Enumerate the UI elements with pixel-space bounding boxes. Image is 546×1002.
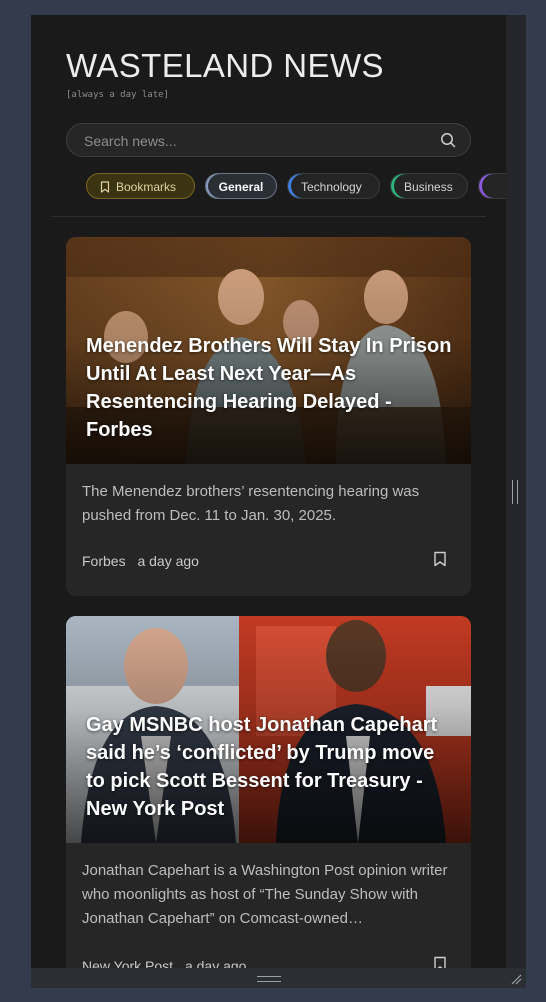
search-input[interactable] (82, 124, 426, 158)
bookmark-icon (100, 181, 110, 193)
article-card[interactable]: Menendez Brothers Will Stay In Prison Un… (66, 237, 471, 596)
article-description: The Menendez brothers’ resentencing hear… (82, 483, 420, 524)
resize-handle-bottom[interactable] (257, 976, 281, 982)
tab-next-category[interactable] (478, 173, 506, 199)
article-image: Gay MSNBC host Jonathan Capehart said he… (66, 616, 471, 843)
app-tagline: [always a day late] (66, 90, 169, 100)
category-tabs: Bookmarks General Technology Business (86, 173, 506, 201)
tab-bookmarks-label: Bookmarks (116, 180, 177, 194)
article-card[interactable]: Gay MSNBC host Jonathan Capehart said he… (66, 616, 471, 988)
tab-general[interactable]: General (205, 173, 277, 199)
window-bottom-bar (31, 968, 526, 988)
article-source: Forbes (82, 553, 126, 569)
tab-business[interactable]: Business (390, 173, 468, 199)
search-bar (66, 123, 471, 158)
article-title[interactable]: Menendez Brothers Will Stay In Prison Un… (86, 332, 453, 444)
resize-grip-icon[interactable] (510, 973, 522, 985)
article-title[interactable]: Gay MSNBC host Jonathan Capehart said he… (86, 711, 453, 823)
search-icon[interactable] (440, 132, 456, 148)
article-time: a day ago (137, 553, 199, 569)
article-meta: Forbes a day ago (82, 553, 199, 569)
tab-technology[interactable]: Technology (287, 173, 380, 199)
app-title: WASTELAND NEWS (66, 47, 384, 84)
article-description: Jonathan Capehart is a Washington Post o… (82, 862, 448, 927)
header-divider (51, 216, 486, 217)
resize-handle-side[interactable] (512, 480, 518, 504)
news-feed: WASTELAND NEWS [always a day late] Bookm… (31, 15, 506, 988)
bookmark-icon[interactable] (433, 551, 447, 567)
app-window: WASTELAND NEWS [always a day late] Bookm… (31, 15, 526, 988)
tab-bookmarks[interactable]: Bookmarks (86, 173, 195, 199)
article-image: Menendez Brothers Will Stay In Prison Un… (66, 237, 471, 464)
